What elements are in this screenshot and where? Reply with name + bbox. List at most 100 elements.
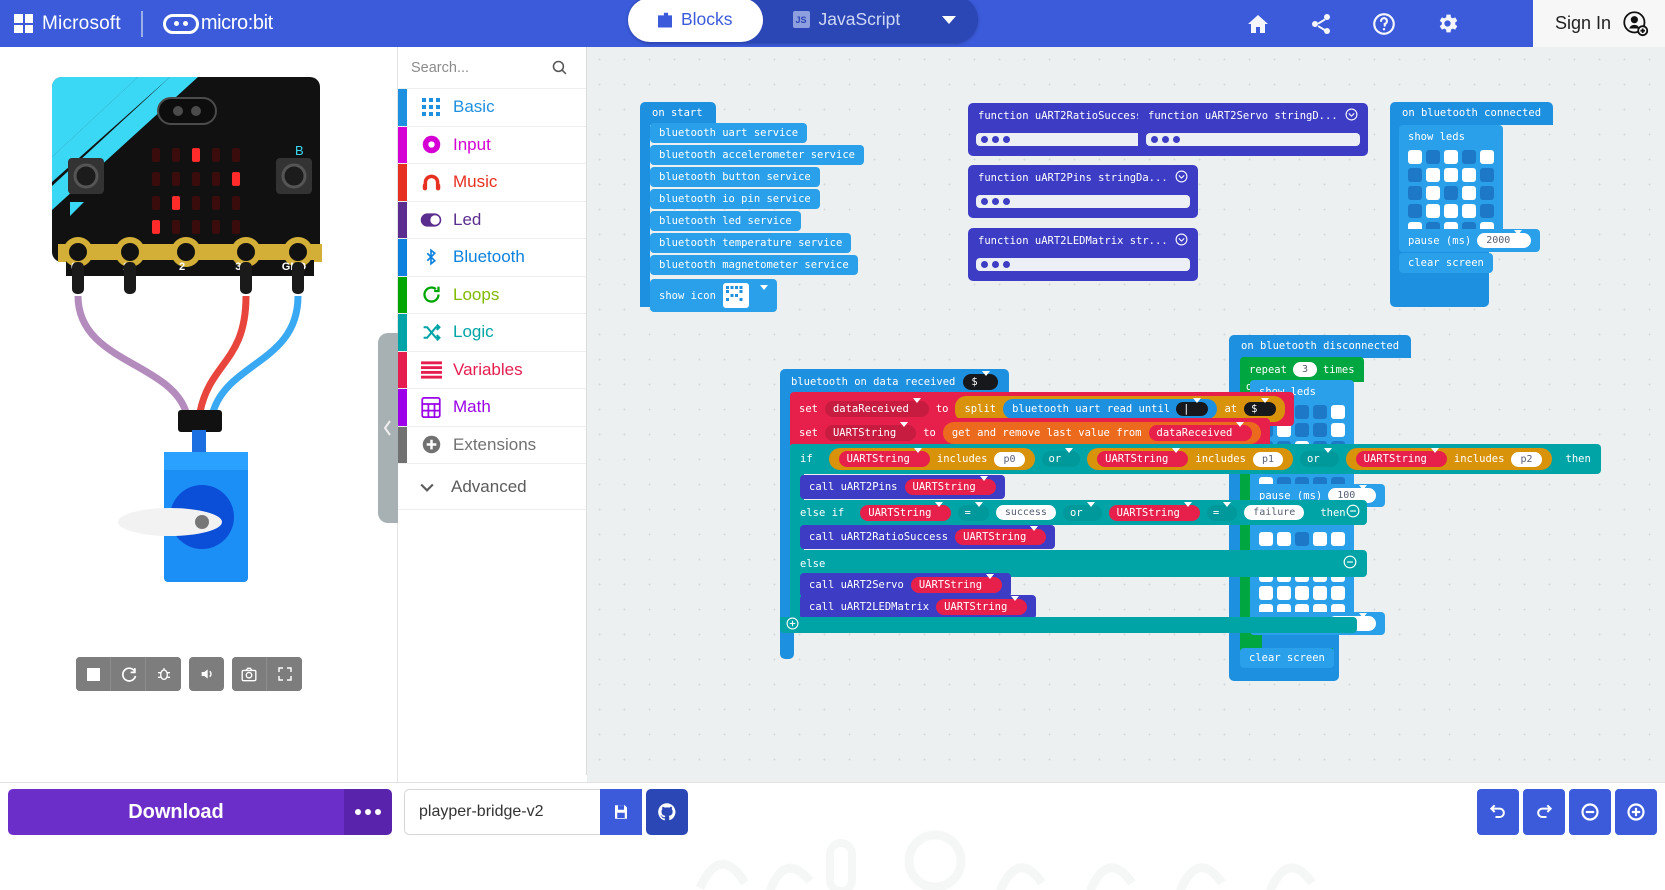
stop-icon[interactable] [76, 657, 111, 691]
block-bluetooth-service[interactable]: bluetooth led service [650, 211, 801, 231]
value-field[interactable]: failure [1244, 505, 1305, 520]
microbit-simulator[interactable]: B 012 3VGND [50, 62, 330, 632]
block-function-definition[interactable]: function uART2Servo stringD... [1138, 103, 1368, 156]
toolbox-category-loops[interactable]: Loops [398, 276, 586, 314]
project-name-input[interactable] [404, 789, 600, 835]
icon-picker-field[interactable] [722, 283, 749, 308]
download-button[interactable]: Download [8, 789, 344, 835]
share-icon[interactable] [1309, 12, 1333, 36]
or-operator[interactable]: or [1062, 504, 1102, 521]
value-field[interactable]: success [995, 505, 1056, 520]
zoom-out-icon[interactable] [1569, 789, 1611, 835]
block-bluetooth-service[interactable]: bluetooth uart service [650, 123, 808, 143]
block-bluetooth-service[interactable]: bluetooth button service [650, 167, 820, 187]
search-input[interactable] [411, 59, 551, 76]
fullscreen-icon[interactable] [267, 657, 302, 691]
delimiter-field[interactable]: $ [963, 374, 998, 390]
toolbox-category-extensions[interactable]: Extensions [398, 426, 586, 464]
block-bluetooth-service[interactable]: bluetooth temperature service [650, 233, 852, 253]
at-field[interactable]: $ [1244, 402, 1277, 416]
block-show-icon[interactable]: show icon [650, 279, 777, 312]
blocks-workspace[interactable]: on start bluetooth uart service bluetooth … [587, 47, 1665, 782]
chevron-down-icon[interactable] [942, 15, 957, 24]
home-icon[interactable] [1245, 12, 1271, 36]
variable-field[interactable]: UARTString [824, 425, 917, 441]
settings-icon[interactable] [1435, 11, 1460, 36]
remove-clause-icon[interactable] [1346, 504, 1360, 521]
toolbox-category-led[interactable]: Led [398, 201, 586, 239]
block-clear-screen[interactable]: clear screen [1399, 253, 1493, 273]
variable-field[interactable]: dataReceived [1148, 425, 1253, 441]
zoom-in-icon[interactable] [1615, 789, 1657, 835]
debug-icon[interactable] [146, 657, 181, 691]
collapse-icon[interactable] [1175, 233, 1188, 249]
microsoft-logo[interactable]: Microsoft [14, 13, 121, 35]
block-show-leds[interactable]: show leds [1399, 125, 1503, 245]
or-operator[interactable]: or [1300, 451, 1339, 467]
variable-field[interactable]: UARTString [1097, 451, 1189, 467]
value-field[interactable]: p1 [1252, 451, 1283, 467]
restart-icon[interactable] [111, 657, 146, 691]
argument-field[interactable]: UARTString [910, 577, 1003, 593]
tab-blocks[interactable]: Blocks [628, 0, 763, 42]
variable-field[interactable]: UARTString [1355, 451, 1447, 467]
block-if-condition[interactable]: if UARTString includes p0 or UARTString i… [790, 444, 1601, 474]
block-function-definition[interactable]: function uART2Pins stringDa... [968, 165, 1198, 218]
led-pattern-grid[interactable] [1408, 150, 1494, 236]
undo-icon[interactable] [1477, 789, 1519, 835]
variable-field[interactable]: UARTString [1108, 504, 1200, 521]
toolbox-category-bluetooth[interactable]: Bluetooth [398, 239, 586, 277]
block-call-uart2ratiosuccess[interactable]: call uART2RatioSuccess UARTString [800, 525, 1056, 549]
block-call-uart2pins[interactable]: call uART2Pins UARTString [800, 475, 1005, 499]
variable-field[interactable]: UARTString [838, 451, 930, 467]
argument-field[interactable]: UARTString [955, 529, 1047, 545]
sound-icon[interactable] [189, 657, 224, 691]
collapse-icon[interactable] [1345, 108, 1358, 124]
toolbox-search-row[interactable] [398, 47, 586, 89]
argument-field[interactable]: UARTString [936, 599, 1028, 615]
block-call-uart2ledmatrix[interactable]: call uART2LEDMatrix UARTString [800, 595, 1037, 619]
block-function-definition[interactable]: function uART2LEDMatrix str... [968, 228, 1198, 281]
collapse-icon[interactable] [1175, 170, 1188, 186]
variable-field[interactable]: dataReceived [824, 401, 929, 417]
block-else-if-condition[interactable]: else if UARTString = success or UARTStrin… [790, 500, 1367, 525]
toolbox-category-logic[interactable]: Logic [398, 314, 586, 352]
value-field[interactable]: p0 [994, 451, 1025, 467]
block-bluetooth-service[interactable]: bluetooth accelerometer service [650, 145, 864, 165]
remove-clause-icon[interactable] [1343, 555, 1357, 572]
download-more-button[interactable] [344, 789, 392, 835]
toolbox-category-variables[interactable]: Variables [398, 351, 586, 389]
pause-value-field[interactable]: 2000 [1477, 233, 1532, 248]
toolbox-category-basic[interactable]: Basic [398, 89, 586, 127]
screenshot-icon[interactable] [232, 657, 267, 691]
comparison-operator[interactable]: = [958, 504, 989, 521]
argument-field[interactable]: UARTString [904, 479, 996, 495]
block-label: set [799, 427, 818, 439]
delimiter-field[interactable]: | [1176, 402, 1209, 416]
block-bluetooth-service[interactable]: bluetooth magnetometer service [650, 255, 858, 275]
toolbox-advanced-row[interactable]: Advanced [398, 464, 586, 510]
add-clause-icon[interactable] [786, 617, 799, 633]
microbit-logo[interactable]: micro:bit [162, 12, 273, 35]
toolbox-category-input[interactable]: Input [398, 126, 586, 164]
comparison-operator[interactable]: = [1206, 504, 1238, 521]
repeat-count-field[interactable]: 3 [1292, 362, 1317, 377]
or-operator[interactable]: or [1041, 451, 1081, 467]
variable-field[interactable]: UARTString [860, 504, 952, 521]
block-pause[interactable]: pause (ms) 2000 [1399, 229, 1541, 252]
block-call-uart2servo[interactable]: call uART2Servo UARTString [800, 573, 1012, 597]
help-icon[interactable] [1371, 11, 1397, 37]
search-icon[interactable] [551, 59, 568, 76]
toolbox-collapse-handle[interactable] [378, 333, 398, 523]
block-clear-screen[interactable]: clear screen [1240, 648, 1334, 668]
redo-icon[interactable] [1523, 789, 1565, 835]
value-field[interactable]: p2 [1511, 451, 1542, 467]
save-icon[interactable] [600, 789, 642, 835]
tab-javascript[interactable]: JS JavaScript [763, 0, 931, 42]
github-icon[interactable] [646, 789, 688, 835]
toolbox-category-music[interactable]: Music [398, 164, 586, 202]
sign-in-button[interactable]: Sign In [1532, 0, 1665, 47]
block-if-footer[interactable] [780, 617, 1357, 633]
block-bluetooth-service[interactable]: bluetooth io pin service [650, 189, 820, 209]
toolbox-category-math[interactable]: Math [398, 389, 586, 427]
